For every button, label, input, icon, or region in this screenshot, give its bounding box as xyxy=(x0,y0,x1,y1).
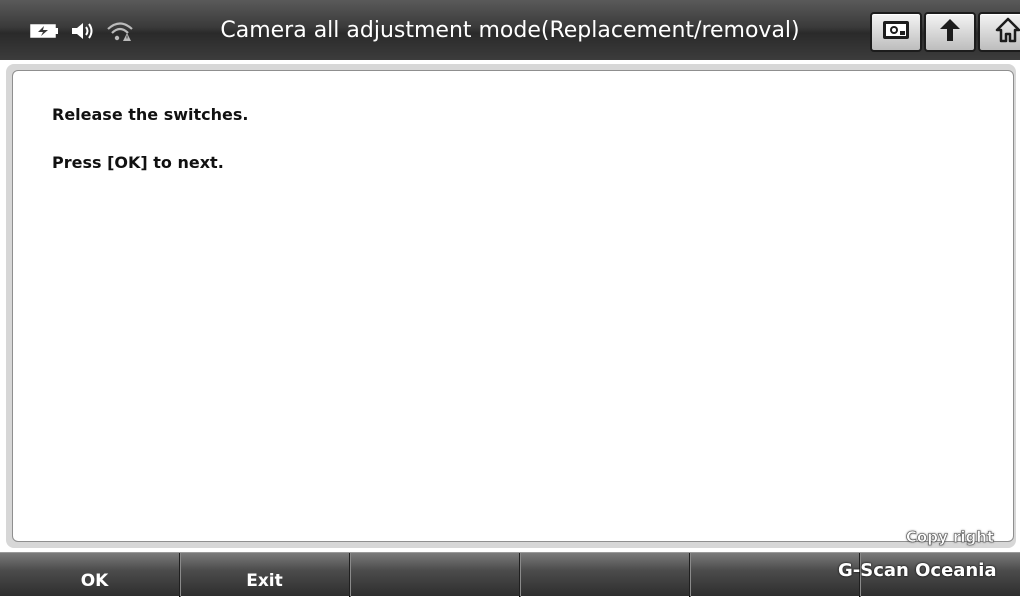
message-panel xyxy=(12,70,1014,542)
header-bar: Camera all adjustment mode(Replacement/r… xyxy=(0,0,1020,60)
exit-button[interactable]: Exit xyxy=(180,553,350,597)
back-arrow-icon xyxy=(937,17,963,47)
function-button-5[interactable] xyxy=(690,553,860,597)
back-button[interactable] xyxy=(924,12,976,52)
function-button-3[interactable] xyxy=(350,553,520,597)
ok-button[interactable]: OK xyxy=(10,553,180,597)
function-button-4[interactable] xyxy=(520,553,690,597)
speaker-volume-icon xyxy=(70,21,96,41)
home-button[interactable] xyxy=(978,12,1020,52)
instruction-text: Release the switches. xyxy=(52,105,249,124)
screen-capture-button[interactable] xyxy=(870,12,922,52)
wifi-signal-icon xyxy=(106,20,134,42)
battery-charging-icon xyxy=(30,23,60,39)
watermark-copyright: Copy right xyxy=(905,528,995,547)
status-icons xyxy=(30,20,134,42)
camera-capture-icon xyxy=(881,18,911,46)
home-icon xyxy=(995,17,1020,47)
instruction-text: Press [OK] to next. xyxy=(52,153,224,172)
page-title: Camera all adjustment mode(Replacement/r… xyxy=(220,18,800,43)
watermark-brand: G-Scan Oceania xyxy=(838,560,997,581)
